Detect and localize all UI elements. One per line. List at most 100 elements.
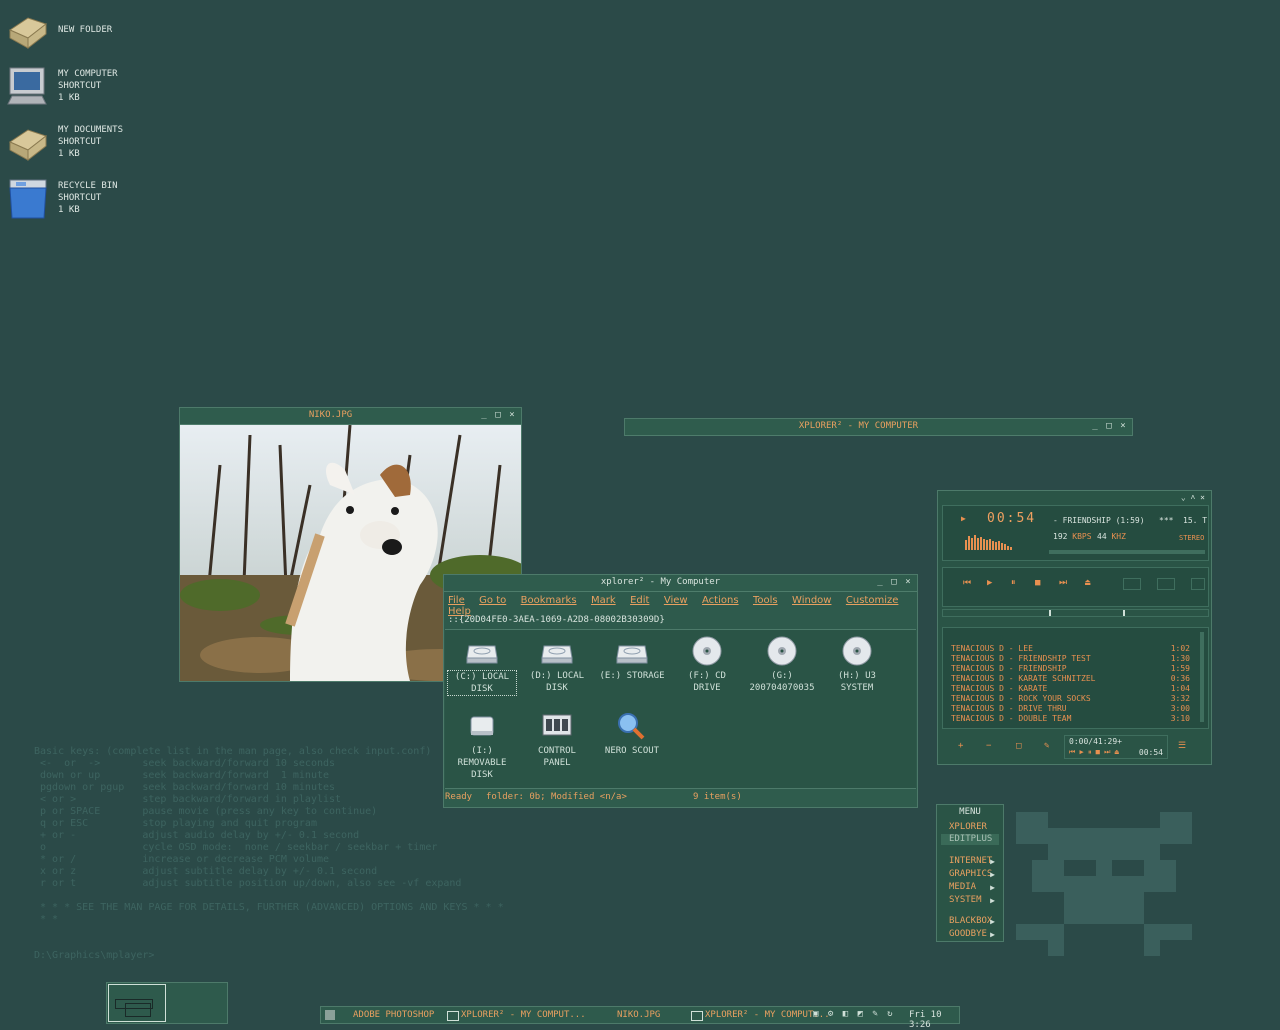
console-line: * or / increase or decrease PCM volume (34, 854, 330, 865)
xplorer-collapsed-titlebar[interactable]: xplorer² - My Computer _ □ × (625, 419, 1132, 436)
drive-c[interactable]: (C:) Local Disk (447, 636, 517, 696)
close-button[interactable]: × (507, 410, 517, 420)
playlist-item-title: Tenacious D - Karate (951, 684, 1048, 693)
winamp-window-controls[interactable]: ⌄ ˄ × (1181, 493, 1205, 503)
playlist-item-duration: 1:02 (1170, 644, 1190, 653)
desktop-icon-recycle-bin[interactable]: Recycle Bin Shortcut 1 KB (6, 176, 206, 220)
clock: Fri 10 3:26 (909, 1010, 942, 1030)
taskbar-item-xplorer-2[interactable]: xplorer² - My Comput... (705, 1010, 830, 1020)
seek-bar[interactable] (942, 609, 1209, 617)
menu-tools[interactable]: Tools (753, 595, 778, 606)
xplorer-window[interactable]: xplorer² - My Computer _ □ × File Go to … (443, 574, 918, 808)
menu-item-system[interactable]: System (949, 895, 982, 905)
menu-customize[interactable]: Customize (846, 595, 899, 606)
playlist-item[interactable]: Tenacious D - Karate 1:04 (951, 684, 1190, 694)
menu-view[interactable]: View (664, 595, 688, 606)
list-options-icon[interactable]: ☰ (1178, 741, 1186, 751)
repeat-button[interactable] (1157, 578, 1175, 590)
eq-toggle-row[interactable] (1049, 550, 1205, 554)
taskbar-item-photoshop[interactable]: Adobe Photoshop (353, 1010, 434, 1020)
eject-button[interactable]: ⏏ (1085, 578, 1090, 588)
play-button[interactable]: ▶ (987, 578, 992, 588)
nero-scout[interactable]: Nero Scout (597, 711, 667, 757)
pause-button[interactable]: ⏸ (1011, 578, 1016, 588)
drive-i[interactable]: (I:) Removable Disk (447, 711, 517, 781)
drive-g[interactable]: (G:) 200704070035 (747, 636, 817, 694)
minimize-button[interactable]: _ (875, 577, 885, 587)
menu-item-graphics[interactable]: Graphics (949, 869, 992, 879)
drive-e[interactable]: (E:) Storage (597, 636, 667, 682)
menu-window[interactable]: Window (792, 595, 831, 606)
menu-actions[interactable]: Actions (702, 595, 739, 606)
menu-go-to[interactable]: Go to (479, 595, 506, 606)
console-header: Basic keys: (complete list in the man pa… (34, 746, 432, 757)
xplorer-titlebar[interactable]: xplorer² - My Computer _ □ × (444, 575, 917, 592)
playlist-item-current[interactable]: Tenacious D - Friendship 1:59 (951, 664, 1190, 674)
playlist-item-duration: 1:30 (1170, 654, 1190, 663)
file-pane[interactable]: (C:) Local Disk (D:) Local Disk (E:) Sto… (445, 629, 916, 789)
desktop-icon-new-folder[interactable]: New Folder (6, 8, 206, 52)
playlist-item[interactable]: Tenacious D - Rock Your Socks 3:32 (951, 694, 1190, 704)
menu-mark[interactable]: Mark (591, 595, 616, 606)
maximize-button[interactable]: □ (493, 410, 503, 420)
drive-d[interactable]: (D:) Local Disk (522, 636, 592, 694)
close-button[interactable]: × (1118, 421, 1128, 431)
cd-drive-icon (840, 636, 874, 666)
seek-thumb[interactable] (1049, 610, 1051, 616)
blackbox-menu[interactable]: Menu xplorer EditPlus Internet ▶ Graphic… (936, 804, 1004, 942)
console-prompt: D:\Graphics\mplayer> (34, 950, 155, 961)
menu-edit[interactable]: Edit (630, 595, 649, 606)
volume-thumb[interactable] (1123, 610, 1125, 616)
menu-item-internet[interactable]: Internet (949, 856, 992, 866)
add-button[interactable]: + (958, 741, 963, 751)
workspace-1[interactable] (108, 984, 166, 1022)
address-bar[interactable]: ::{20D04FE0-3AEA-1069-A2D8-08002B30309D} (448, 615, 665, 625)
menu-item-media[interactable]: Media (949, 882, 976, 892)
console-footer: * * * SEE THE MAN PAGE FOR DETAILS, FURT… (34, 902, 504, 913)
playlist-item-title: Tenacious D - Friendship (951, 664, 1067, 673)
desktop-icon-my-computer[interactable]: My Computer Shortcut 1 KB (6, 64, 206, 108)
start-icon[interactable] (325, 1010, 335, 1020)
playlist-item[interactable]: Tenacious D - Friendship Test 1:30 (951, 654, 1190, 664)
console-line: p or SPACE pause movie (press any key to… (34, 806, 378, 817)
console-line: down or up seek backward/forward 1 minut… (34, 770, 330, 781)
playlist-item[interactable]: Tenacious D - Double Team 3:10 (951, 714, 1190, 724)
taskbar-item-xplorer-1[interactable]: xplorer² - My Comput... (461, 1010, 586, 1020)
winamp-player[interactable]: ⌄ ˄ × ▶ 00:54 - Friendship (1:59) *** 15… (937, 490, 1212, 765)
taskbar-item-niko[interactable]: niko.jpg (617, 1010, 660, 1020)
maximize-button[interactable]: □ (1104, 421, 1114, 431)
winamp-playlist[interactable]: Tenacious D - Lee 1:02 Tenacious D - Frie… (942, 627, 1209, 729)
shuffle-button[interactable] (1123, 578, 1141, 590)
desktop-icon-my-documents[interactable]: My Documents Shortcut 1 KB (6, 120, 206, 164)
next-button[interactable]: ⏭ (1059, 578, 1067, 588)
menu-bookmarks[interactable]: Bookmarks (521, 595, 577, 606)
playlist-scrollbar[interactable] (1200, 632, 1204, 722)
playlist-toggle-button[interactable] (1191, 578, 1205, 590)
prev-button[interactable]: ⏮ (963, 578, 971, 588)
drive-f[interactable]: (F:) CD Drive (672, 636, 742, 694)
system-tray[interactable]: ▣ ⚙ ◧ ◩ ✎ ↻ (813, 1009, 901, 1021)
playlist-item[interactable]: Tenacious D - Drive Thru 3:00 (951, 704, 1190, 714)
playlist-item[interactable]: Tenacious D - Lee 1:02 (951, 644, 1190, 654)
menu-item-goodbye[interactable]: Goodbye (949, 929, 987, 939)
maximize-button[interactable]: □ (889, 577, 899, 587)
menu-bar: File Go to Bookmarks Mark Edit View Acti… (448, 595, 917, 617)
menu-file[interactable]: File (448, 595, 465, 606)
menu-item-xplorer[interactable]: xplorer (949, 822, 987, 832)
remove-button[interactable]: − (986, 741, 991, 751)
select-button[interactable]: □ (1016, 741, 1021, 751)
minimize-button[interactable]: _ (479, 410, 489, 420)
mini-transport-controls[interactable]: ⏮ ▶ ⏸ ■ ⏭ ⏏ (1069, 748, 1119, 757)
control-panel[interactable]: Control Panel (522, 711, 592, 769)
menu-item-blackbox[interactable]: Blackbox (949, 916, 992, 926)
workspace-pager[interactable] (106, 982, 228, 1024)
close-button[interactable]: × (903, 577, 913, 587)
misc-button[interactable]: ✎ (1044, 741, 1049, 751)
menu-item-editplus-highlight[interactable]: EditPlus (941, 834, 999, 845)
minimize-button[interactable]: _ (1090, 421, 1100, 431)
image-viewer-titlebar[interactable]: niko.jpg _ □ × (180, 408, 521, 425)
drive-h[interactable]: (H:) U3 System (822, 636, 892, 694)
playlist-item[interactable]: Tenacious D - Karate Schnitzel 0:36 (951, 674, 1190, 684)
xplorer-collapsed-window[interactable]: xplorer² - My Computer _ □ × (624, 418, 1133, 436)
stop-button[interactable]: ■ (1035, 578, 1040, 588)
